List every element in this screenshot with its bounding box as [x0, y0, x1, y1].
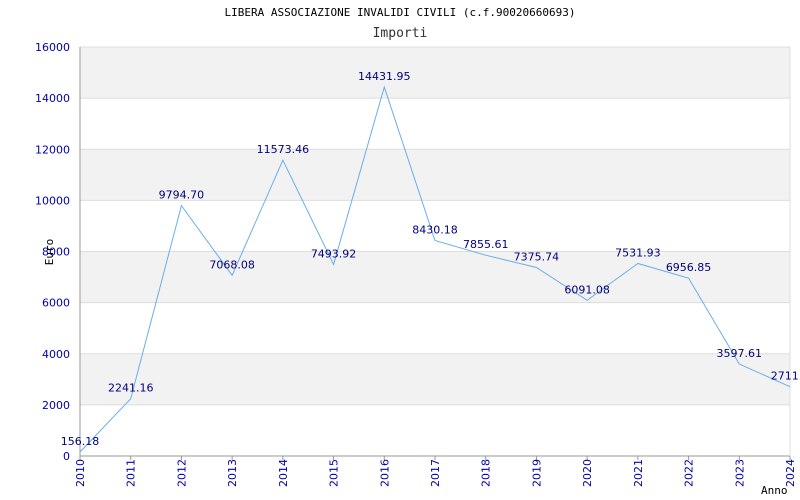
y-axis-label: Euro: [43, 239, 56, 266]
x-tick-label: 2022: [683, 459, 696, 487]
data-label: 3597.61: [717, 347, 763, 360]
x-tick-label: 2012: [175, 459, 188, 487]
x-tick-label: 2015: [328, 459, 341, 487]
x-tick-label: 2014: [277, 459, 290, 487]
x-tick-label: 2019: [530, 459, 543, 487]
y-tick-label: 12000: [35, 143, 70, 156]
data-label: 7855.61: [463, 238, 509, 251]
chart-subtitle: Importi: [373, 26, 428, 41]
x-tick-label: 2016: [378, 459, 391, 487]
data-label: 7068.08: [209, 258, 255, 271]
x-axis-ticks: 2010 2011 2012 2013 2014 2015 2016 2017 2018 2019…: [74, 456, 797, 487]
x-tick-label: 2024: [784, 459, 797, 487]
data-label: 6091.08: [564, 283, 610, 296]
x-tick-label: 2018: [480, 459, 493, 487]
data-label: 11573.46: [257, 143, 310, 156]
x-tick-label: 2021: [632, 459, 645, 487]
data-label: 7531.93: [615, 246, 661, 259]
data-label: 156.18: [61, 435, 100, 448]
data-label: 7375.74: [514, 250, 560, 263]
line-chart: LIBERA ASSOCIAZIONE INVALIDI CIVILI (c.f…: [35, 6, 800, 497]
y-tick-label: 6000: [42, 297, 70, 310]
grid-band: [80, 353, 790, 405]
data-label: 2711.9: [771, 370, 800, 383]
data-label: 8430.18: [412, 224, 458, 237]
y-tick-label: 0: [63, 450, 70, 463]
y-tick-label: 10000: [35, 194, 70, 207]
data-label: 7493.92: [311, 247, 357, 260]
chart-title: LIBERA ASSOCIAZIONE INVALIDI CIVILI (c.f…: [225, 6, 576, 19]
y-tick-label: 16000: [35, 41, 70, 54]
x-tick-label: 2023: [733, 459, 746, 487]
grid-band: [80, 47, 790, 99]
data-label: 14431.95: [358, 70, 411, 83]
data-label: 6956.85: [666, 261, 712, 274]
y-tick-label: 14000: [35, 92, 70, 105]
x-tick-label: 2010: [74, 459, 87, 487]
data-label: 9794.70: [159, 189, 205, 202]
y-tick-label: 2000: [42, 399, 70, 412]
x-tick-label: 2017: [429, 459, 442, 487]
x-axis-label: Anno: [761, 484, 788, 497]
y-tick-label: 4000: [42, 348, 70, 361]
x-tick-label: 2020: [581, 459, 594, 487]
x-tick-label: 2011: [125, 459, 138, 487]
data-label: 2241.16: [108, 382, 154, 395]
x-tick-label: 2013: [226, 459, 239, 487]
